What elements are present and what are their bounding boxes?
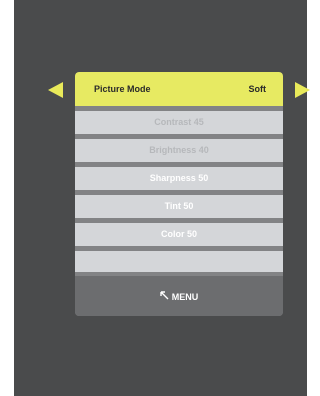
setting-brightness: Brightness 40	[75, 139, 283, 162]
left-arrow-icon[interactable]	[48, 82, 63, 98]
menu-button[interactable]: MENU	[75, 291, 283, 302]
menu-footer[interactable]: MENU	[75, 276, 283, 316]
right-arrow-icon[interactable]	[295, 82, 310, 98]
setting-sharpness[interactable]: Sharpness 50	[75, 167, 283, 190]
setting-tint[interactable]: Tint 50	[75, 195, 283, 218]
setting-color[interactable]: Color 50	[75, 223, 283, 246]
picture-mode-value: Soft	[248, 84, 267, 94]
empty-row	[75, 251, 283, 272]
menu-label: MENU	[171, 292, 199, 302]
picture-mode-selector[interactable]: Picture Mode Soft	[75, 72, 283, 106]
picture-menu-panel: Picture Mode Soft Contrast 45 Brightness…	[75, 72, 283, 316]
picture-mode-label: Picture Mode	[94, 84, 151, 94]
setting-contrast: Contrast 45	[75, 111, 283, 134]
tv-screen: Picture Mode Soft Contrast 45 Brightness…	[14, 0, 310, 396]
back-arrow-icon	[160, 291, 169, 300]
